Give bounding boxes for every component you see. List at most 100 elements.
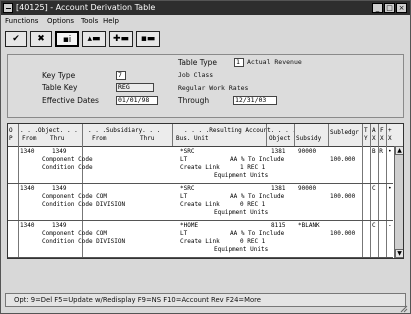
row-percent-include: AA % To Include: [230, 193, 285, 200]
row-ledger-type[interactable]: LT: [180, 193, 187, 200]
inquire-button[interactable]: ▪i: [55, 31, 79, 47]
row-marker: •: [388, 148, 392, 155]
header-flag-t: T: [364, 127, 368, 134]
row-equipment-units: Equipment Units: [214, 172, 269, 179]
row-component-code[interactable]: Component Code: [42, 156, 93, 163]
row-bus-unit[interactable]: *SRC: [180, 185, 194, 192]
row-flags[interactable]: C: [372, 222, 376, 229]
header-object-thru: Thru: [50, 135, 65, 142]
grid-header: O P . . .Object. . . From Thru . . .Subs…: [8, 124, 403, 147]
row-rec[interactable]: 0 REC 1: [240, 201, 265, 208]
header-subsidiary: . . .Subsidiary. . .: [88, 127, 161, 134]
header-flag-a-sub: X: [372, 135, 376, 142]
row-object[interactable]: 1381: [271, 148, 285, 155]
header-form: Table Type 1 Actual Revenue Key Type 7 J…: [7, 54, 404, 118]
from-date-field[interactable]: 01/01/98: [116, 96, 158, 105]
row-create-link: Create Link: [180, 164, 220, 171]
chart-icon: ▴▬: [87, 34, 101, 44]
cancel-button[interactable]: ✖: [30, 31, 52, 47]
grid-row[interactable]: 1340 1349 *HOME 8115 *BLANK C - Componen…: [8, 221, 393, 258]
row-rec[interactable]: 0 REC 1: [240, 238, 265, 245]
vertical-scrollbar[interactable]: ▲ ▼: [394, 146, 403, 258]
row-subsidy[interactable]: *BLANK: [298, 222, 320, 229]
row-equipment-units: Equipment Units: [214, 246, 269, 253]
header-object-from: From: [22, 135, 37, 142]
table-type-description: Actual Revenue: [247, 58, 302, 66]
row-bus-unit[interactable]: *HOME: [180, 222, 198, 229]
row-object-from: 1340: [20, 185, 35, 192]
row-object-from: 1340: [20, 148, 35, 155]
tools-button[interactable]: ✚▬: [109, 31, 133, 47]
row-object-thru: 1349: [52, 185, 67, 192]
ok-button[interactable]: ✔: [5, 31, 27, 47]
row-condition-code[interactable]: Condition Code: [42, 164, 93, 171]
row-component-code[interactable]: Component Code COM: [42, 230, 107, 237]
list-button[interactable]: ▪▬: [136, 31, 160, 47]
header-flag-f: F: [380, 127, 384, 134]
header-subsidy: Subsidy: [296, 135, 322, 142]
row-ledger-type[interactable]: LT: [180, 230, 187, 237]
header-subledger: Subledgr: [330, 129, 359, 136]
header-subsidiary-from: From: [92, 135, 107, 142]
header-resulting-account: . . . .Resulting Account. . . .: [184, 127, 296, 134]
row-flags[interactable]: C: [372, 185, 376, 192]
minimize-button[interactable]: _: [372, 3, 383, 13]
header-object-account: Object: [269, 135, 291, 142]
header-object: . . .Object. . .: [20, 127, 78, 134]
row-flags[interactable]: B R: [372, 148, 383, 155]
header-flag-plus: +: [388, 127, 392, 134]
key-type-description: Job Class: [178, 71, 214, 79]
menu-tools[interactable]: Tools: [81, 15, 98, 27]
list-icon: ▪▬: [140, 34, 156, 44]
row-object[interactable]: 1381: [271, 185, 285, 192]
system-menu-icon[interactable]: [3, 3, 13, 13]
column-divider: [266, 124, 267, 146]
header-subsidiary-thru: Thru: [140, 135, 155, 142]
scroll-down-button[interactable]: ▼: [395, 249, 403, 258]
resize-grip-icon[interactable]: [400, 305, 408, 313]
title-bar: [40125] - Account Derivation Table _ □ ×: [1, 1, 410, 15]
header-flag-f-sub: X: [380, 135, 384, 142]
key-type-field[interactable]: 7: [116, 71, 126, 80]
row-object[interactable]: 8115: [271, 222, 285, 229]
row-subsidy[interactable]: 90000: [298, 185, 316, 192]
row-component-code[interactable]: Component Code COM: [42, 193, 107, 200]
checkmark-icon: ✔: [12, 34, 20, 44]
info-icon: ▪i: [62, 35, 72, 45]
row-object-thru: 1349: [52, 222, 67, 229]
menu-help[interactable]: Help: [103, 15, 119, 27]
application-window: [40125] - Account Derivation Table _ □ ×…: [0, 0, 411, 314]
status-bar: Opt: 9=Del F5=Update w/Redisplay F9=NS F…: [5, 293, 406, 307]
row-amount[interactable]: 100.000: [330, 156, 355, 163]
through-date-field[interactable]: 12/31/03: [233, 96, 277, 105]
row-condition-code[interactable]: Condition Code DIVISION: [42, 238, 125, 245]
row-bus-unit[interactable]: *SRC: [180, 148, 194, 155]
header-flag-t-sub: Y: [364, 135, 368, 142]
row-condition-code[interactable]: Condition Code DIVISION: [42, 201, 125, 208]
row-amount[interactable]: 100.000: [330, 193, 355, 200]
row-object-thru: 1349: [52, 148, 67, 155]
menu-functions[interactable]: Functions: [5, 15, 38, 27]
grid-row[interactable]: 1340 1349 *SRC 1381 90000 C • Component …: [8, 184, 393, 221]
maximize-button[interactable]: □: [384, 3, 395, 13]
scroll-up-button[interactable]: ▲: [395, 146, 403, 155]
effective-dates-label: Effective Dates: [42, 96, 99, 105]
header-op-sub: P: [9, 135, 13, 142]
column-divider: [294, 124, 295, 146]
grid-row[interactable]: 1340 1349 *SRC 1381 90000 B R • Componen…: [8, 147, 393, 184]
header-op: O: [9, 127, 13, 134]
key-type-label: Key Type: [42, 71, 76, 80]
close-button[interactable]: ×: [396, 3, 407, 13]
row-marker: -: [388, 222, 392, 229]
row-rec[interactable]: 1 REC 1: [240, 164, 265, 171]
row-subsidy[interactable]: 90000: [298, 148, 316, 155]
menu-options[interactable]: Options: [47, 15, 74, 27]
table-key-field[interactable]: REG: [116, 83, 154, 92]
arrow-down-icon: ▼: [397, 250, 402, 257]
chart-button[interactable]: ▴▬: [82, 31, 106, 47]
row-amount[interactable]: 100.000: [330, 230, 355, 237]
window-title: [40125] - Account Derivation Table: [16, 3, 156, 12]
row-ledger-type[interactable]: LT: [180, 156, 187, 163]
row-create-link: Create Link: [180, 201, 220, 208]
table-type-field[interactable]: 1: [234, 58, 244, 67]
